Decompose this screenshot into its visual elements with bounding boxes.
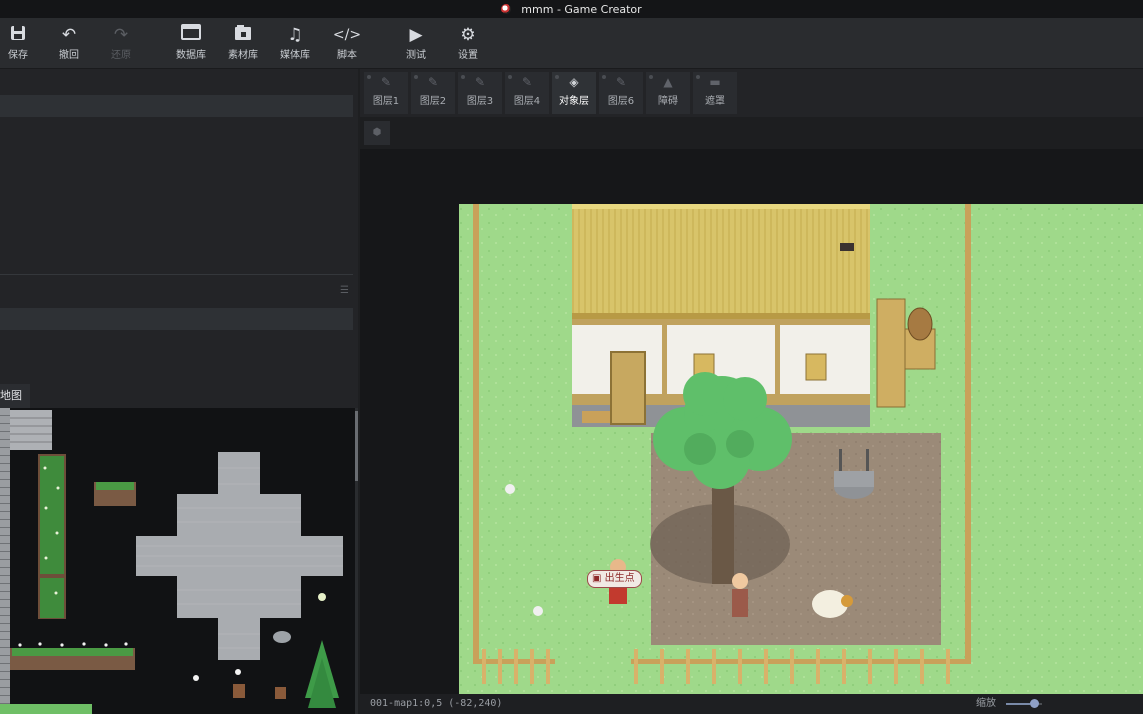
title-bar: mmm - Game Creator xyxy=(0,0,1143,18)
media-button[interactable]: ♫ 媒体库 xyxy=(272,24,318,61)
settings-button[interactable]: ⚙ 设置 xyxy=(445,24,491,61)
panel-row-selected[interactable] xyxy=(0,95,353,117)
tileset-scrollbar-thumb[interactable] xyxy=(355,411,358,481)
zoom-slider-fill xyxy=(1006,703,1030,705)
settings-label: 设置 xyxy=(458,50,478,61)
test-label: 测试 xyxy=(406,50,426,61)
layer-tab-6[interactable]: ✎ 图层6 xyxy=(599,72,643,114)
redo-label: 还原 xyxy=(111,50,131,61)
undo-icon: ↶ xyxy=(61,25,77,45)
assets-icon xyxy=(220,24,266,46)
database-label: 数据库 xyxy=(176,50,206,61)
left-panel: ☰ 地图 xyxy=(0,69,358,714)
script-label: 脚本 xyxy=(337,50,357,61)
play-icon: ▶ xyxy=(409,25,423,45)
panel-divider xyxy=(0,274,353,275)
app-logo-icon xyxy=(501,4,512,14)
object-toolbar: ⬢ xyxy=(360,117,1143,149)
panel-resize-handle[interactable]: ☰ xyxy=(340,285,350,296)
layer-tab-3[interactable]: ✎ 图层3 xyxy=(458,72,502,114)
save-icon xyxy=(0,24,41,46)
tileset-palette[interactable] xyxy=(0,408,355,714)
script-button[interactable]: </> 脚本 xyxy=(324,24,370,61)
undo-label: 撤回 xyxy=(59,50,79,61)
gear-icon: ⚙ xyxy=(460,25,476,45)
save-button[interactable]: 保存 xyxy=(0,24,41,61)
panel-row-selected-2[interactable] xyxy=(0,308,353,330)
music-note-icon: ♫ xyxy=(287,25,303,45)
database-icon xyxy=(168,24,214,46)
window-title: mmm - Game Creator xyxy=(521,2,642,16)
tileset-graphic[interactable] xyxy=(0,408,355,714)
save-label: 保存 xyxy=(8,50,28,61)
tab-map-tileset[interactable]: 地图 xyxy=(0,384,30,408)
zoom-slider-handle[interactable] xyxy=(1030,699,1039,708)
redo-button[interactable]: ↷ 还原 xyxy=(98,24,144,61)
status-bar: 001-map1:0,5 (-82,240) 缩放 xyxy=(360,694,1143,714)
spawn-point-icon: ▣ xyxy=(592,573,602,584)
map-canvas[interactable] xyxy=(360,149,1143,694)
assets-label: 素材库 xyxy=(228,50,258,61)
layer-tabs: ✎ 图层1 ✎ 图层2 ✎ 图层3 ✎ 图层4 ◈ 对象层 ✎ 图层6 ▲ 障碍 ▬ 遮罩 xyxy=(360,69,1143,117)
map-viewport[interactable]: ▣ 出生点 xyxy=(360,149,1143,694)
zoom-label: 缩放 xyxy=(976,698,996,709)
redo-icon: ↷ xyxy=(113,25,129,45)
cursor-position: 001-map1:0,5 (-82,240) xyxy=(370,698,503,709)
test-button[interactable]: ▶ 测试 xyxy=(393,24,439,61)
layer-tab-1[interactable]: ✎ 图层1 xyxy=(364,72,408,114)
media-label: 媒体库 xyxy=(280,50,310,61)
code-icon: </> xyxy=(332,27,362,43)
database-button[interactable]: 数据库 xyxy=(168,24,214,61)
layer-tab-2[interactable]: ✎ 图层2 xyxy=(411,72,455,114)
main-toolbar: 保存 ↶ 撤回 ↷ 还原 数据库 素材库 ♫ 媒体库 </> 脚本 ▶ 测试 ⚙… xyxy=(0,18,1143,69)
layer-tab-mask[interactable]: ▬ 遮罩 xyxy=(693,72,737,114)
undo-button[interactable]: ↶ 撤回 xyxy=(46,24,92,61)
layer-tab-4[interactable]: ✎ 图层4 xyxy=(505,72,549,114)
layer-tab-object[interactable]: ◈ 对象层 xyxy=(552,72,596,114)
object-tool-icon[interactable]: ⬢ xyxy=(364,121,390,145)
map-editor: ✎ 图层1 ✎ 图层2 ✎ 图层3 ✎ 图层4 ◈ 对象层 ✎ 图层6 ▲ 障碍 ▬ 遮罩 ⬢ xyxy=(360,69,1143,714)
layer-tab-obstacle[interactable]: ▲ 障碍 xyxy=(646,72,690,114)
spawn-point-label[interactable]: ▣ 出生点 xyxy=(587,570,642,588)
assets-button[interactable]: 素材库 xyxy=(220,24,266,61)
